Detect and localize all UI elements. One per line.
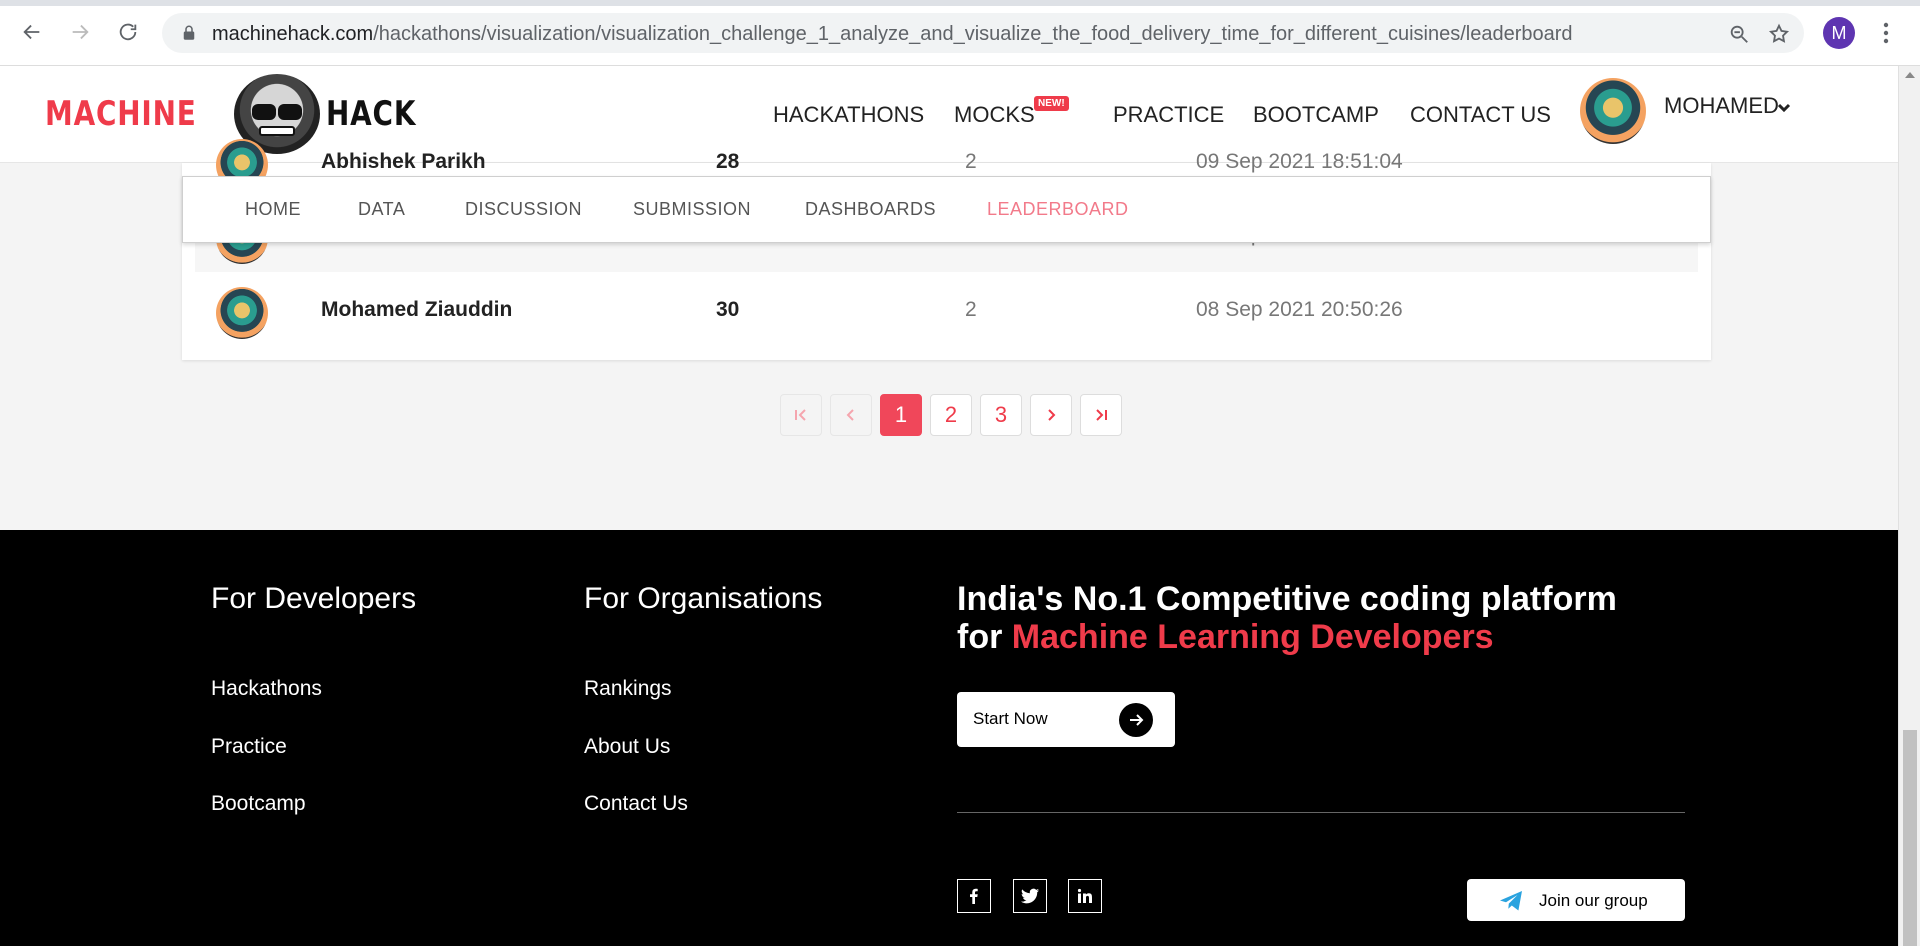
tab-submission[interactable]: SUBMISSION bbox=[633, 199, 751, 220]
nav-hackathons[interactable]: HACKATHONS bbox=[773, 102, 924, 128]
scrollbar-thumb[interactable] bbox=[1903, 730, 1917, 946]
footer-link-contact-us[interactable]: Contact Us bbox=[584, 792, 688, 816]
footer-developers-title: For Developers bbox=[211, 582, 417, 615]
nav-mocks-label: MOCKS bbox=[954, 102, 1035, 127]
chevron-right-icon bbox=[1048, 409, 1056, 421]
address-bar[interactable]: machinehack.com/hackathons/visualization… bbox=[162, 13, 1804, 53]
first-page-button[interactable] bbox=[780, 394, 822, 436]
page-button-2[interactable]: 2 bbox=[930, 394, 972, 436]
reload-icon[interactable] bbox=[113, 17, 143, 47]
table-row: Mohamed Ziauddin 30 2 08 Sep 2021 20:50:… bbox=[195, 274, 1698, 347]
join-group-label: Join our group bbox=[1539, 891, 1648, 910]
nav-mocks[interactable]: MOCKS NEW! bbox=[954, 96, 1069, 128]
site-footer: For Developers Hackathons Practice Bootc… bbox=[0, 530, 1898, 946]
tab-home[interactable]: HOME bbox=[245, 199, 301, 220]
tab-leaderboard[interactable]: LEADERBOARD bbox=[987, 199, 1129, 220]
next-page-button[interactable] bbox=[1030, 394, 1072, 436]
prev-page-button[interactable] bbox=[830, 394, 872, 436]
footer-link-practice[interactable]: Practice bbox=[211, 735, 287, 759]
logo-text-machine: MACHINE bbox=[45, 94, 197, 134]
new-badge: NEW! bbox=[1034, 96, 1069, 111]
footer-link-bootcamp[interactable]: Bootcamp bbox=[211, 792, 306, 816]
footer-link-rankings[interactable]: Rankings bbox=[584, 677, 672, 701]
first-page-icon bbox=[795, 409, 806, 421]
nav-bootcamp[interactable]: BOOTCAMP bbox=[1253, 102, 1379, 128]
footer-link-about-us[interactable]: About Us bbox=[584, 735, 670, 759]
page-button-1[interactable]: 1 bbox=[880, 394, 922, 436]
lock-icon bbox=[183, 25, 195, 40]
start-now-label: Start Now bbox=[973, 709, 1048, 728]
nav-practice[interactable]: PRACTICE bbox=[1113, 102, 1224, 128]
chevron-down-icon[interactable] bbox=[1776, 100, 1792, 116]
chevron-left-icon bbox=[846, 409, 854, 421]
join-group-button[interactable]: Join our group bbox=[1467, 879, 1685, 921]
participant-name: Mohamed Ziauddin bbox=[321, 298, 513, 321]
footer-divider bbox=[957, 812, 1685, 813]
tab-data[interactable]: DATA bbox=[358, 199, 405, 220]
submission-time: 09 Sep 2021 18:51:04 bbox=[1196, 150, 1403, 173]
submission-count: 2 bbox=[965, 298, 977, 321]
tagline-for: for bbox=[957, 618, 1003, 656]
rank: 28 bbox=[716, 150, 740, 173]
browser-toolbar: machinehack.com/hackathons/visualization… bbox=[0, 0, 1920, 66]
rank: 30 bbox=[716, 298, 740, 321]
bookmark-star-icon[interactable] bbox=[1768, 23, 1790, 45]
scroll-up-arrow-icon[interactable] bbox=[1905, 72, 1915, 78]
arrow-right-icon bbox=[1119, 703, 1153, 737]
forward-icon[interactable] bbox=[65, 17, 95, 47]
tagline-line1: India's No.1 Competitive coding platform bbox=[957, 580, 1617, 618]
last-page-icon bbox=[1096, 409, 1107, 421]
telegram-icon bbox=[1500, 891, 1522, 911]
footer-tagline: India's No.1 Competitive coding platform… bbox=[957, 580, 1617, 656]
more-menu-icon[interactable] bbox=[1876, 20, 1896, 46]
url-path: /hackathons/visualization/visualization_… bbox=[373, 23, 1573, 45]
user-name[interactable]: MOHAMED bbox=[1664, 93, 1779, 119]
linkedin-icon[interactable] bbox=[1068, 879, 1102, 913]
back-icon[interactable] bbox=[17, 17, 47, 47]
browser-profile-avatar[interactable]: M bbox=[1823, 17, 1855, 49]
twitter-icon[interactable] bbox=[1013, 879, 1047, 913]
facebook-icon[interactable] bbox=[957, 879, 991, 913]
tagline-accent: Machine Learning Developers bbox=[1011, 618, 1494, 656]
submission-count: 2 bbox=[965, 150, 977, 173]
footer-link-hackathons[interactable]: Hackathons bbox=[211, 677, 322, 701]
submission-time: 08 Sep 2021 20:50:26 bbox=[1196, 298, 1403, 321]
participant-name: Abhishek Parikh bbox=[321, 150, 486, 173]
page-button-3[interactable]: 3 bbox=[980, 394, 1022, 436]
footer-organisations-title: For Organisations bbox=[584, 582, 823, 615]
nav-contact-us[interactable]: CONTACT US bbox=[1410, 102, 1551, 128]
tab-dashboards[interactable]: DASHBOARDS bbox=[805, 199, 936, 220]
url-domain: machinehack.com bbox=[212, 23, 374, 45]
avatar bbox=[216, 287, 268, 339]
tab-discussion[interactable]: DISCUSSION bbox=[465, 199, 582, 220]
start-now-button[interactable]: Start Now bbox=[957, 692, 1175, 747]
page-scrollbar[interactable] bbox=[1898, 66, 1920, 946]
last-page-button[interactable] bbox=[1080, 394, 1122, 436]
zoom-icon[interactable] bbox=[1728, 23, 1750, 45]
url-text: machinehack.com/hackathons/visualization… bbox=[212, 23, 1573, 46]
browser-tab-strip bbox=[0, 0, 1920, 6]
challenge-subnav: HOME DATA DISCUSSION SUBMISSION DASHBOAR… bbox=[182, 176, 1711, 243]
tagline-line2: for Machine Learning Developers bbox=[957, 618, 1617, 656]
